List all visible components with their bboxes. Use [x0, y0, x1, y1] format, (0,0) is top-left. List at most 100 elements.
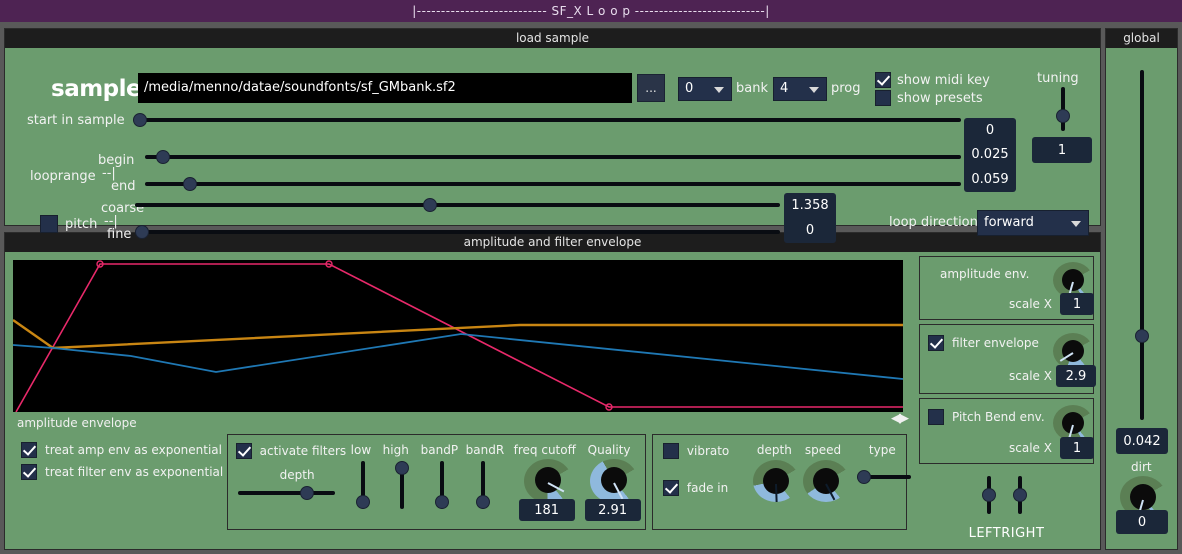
filter-envelope-checkbox[interactable]: [928, 335, 944, 351]
prog-dropdown[interactable]: 4: [773, 77, 827, 101]
show-midi-key-label: show midi key: [897, 72, 990, 88]
amplitude-env-knob-cap: [1062, 269, 1084, 291]
pan-right-thumb[interactable]: [1013, 488, 1027, 502]
loop-direction-dropdown[interactable]: forward: [977, 210, 1089, 236]
fade-in-row[interactable]: fade in: [662, 480, 728, 496]
loop-end-track: [145, 182, 961, 186]
show-midi-key-row[interactable]: show midi key: [875, 72, 990, 88]
pitch-fine-slider[interactable]: [135, 224, 780, 240]
treat-amp-exp-checkbox[interactable]: [21, 442, 37, 458]
loop-end-thumb[interactable]: [183, 177, 197, 191]
loop-begin-slider[interactable]: [145, 149, 961, 165]
high-thumb[interactable]: [394, 461, 409, 475]
filter-env-group: filter envelope scale X 2.9: [919, 324, 1096, 394]
bandr-thumb[interactable]: [475, 495, 490, 509]
global-volume-thumb[interactable]: [1135, 329, 1149, 343]
low-thumb[interactable]: [355, 495, 370, 509]
vibrato-label: vibrato: [686, 444, 730, 458]
envelope-left-column: amplitude envelope ◀▶ treat amp env as e…: [5, 252, 915, 549]
vibrato-depth-knob[interactable]: [752, 460, 799, 503]
pan-right-slider[interactable]: [1012, 476, 1028, 514]
loop-end-value[interactable]: 0.059: [971, 172, 1008, 187]
envelope-graph-wrap: amplitude envelope ◀▶: [5, 252, 915, 430]
dirt-value[interactable]: 0: [1116, 510, 1168, 534]
global-panel-title: global: [1106, 29, 1177, 48]
vibrato-type-slider[interactable]: [856, 469, 911, 485]
freq-cutoff-knob[interactable]: [523, 459, 572, 503]
global-volume-slider[interactable]: [1134, 70, 1150, 420]
tuning-slider[interactable]: [1055, 87, 1071, 131]
activate-filters-checkbox[interactable]: [235, 443, 252, 459]
vibrato-checkbox[interactable]: [662, 443, 679, 459]
low-slider[interactable]: [355, 461, 371, 509]
quality-value[interactable]: 2.91: [584, 499, 641, 521]
sample-path-input[interactable]: /media/menno/datae/soundfonts/sf_GMbank.…: [138, 73, 632, 103]
filter-depth-thumb[interactable]: [299, 486, 314, 500]
show-presets-row[interactable]: show presets: [875, 90, 983, 106]
start-in-sample-thumb[interactable]: [133, 113, 147, 127]
bank-dropdown[interactable]: 0: [678, 77, 732, 101]
treat-amp-exp-row[interactable]: treat amp env as exponential: [21, 442, 222, 458]
global-volume-value[interactable]: 0.042: [1116, 428, 1168, 454]
vibrato-speed-knob[interactable]: [802, 460, 849, 502]
filter-env-row[interactable]: filter envelope: [928, 335, 1039, 351]
pitch-coarse-value[interactable]: 1.358: [791, 198, 828, 213]
tuning-value[interactable]: 1: [1032, 137, 1092, 163]
pitch-bend-env-row[interactable]: Pitch Bend env.: [928, 409, 1045, 425]
bank-value: 0: [685, 81, 694, 96]
pitch-fine-track: [135, 230, 780, 234]
bandp-thumb[interactable]: [434, 495, 449, 509]
filter-env-scale-value[interactable]: 2.9: [1056, 365, 1096, 387]
vibrato-row[interactable]: vibrato: [662, 443, 730, 459]
loop-end-slider[interactable]: [145, 176, 961, 192]
treat-filter-exp-row[interactable]: treat filter env as exponential: [21, 464, 223, 480]
treat-amp-exp-label: treat amp env as exponential: [45, 443, 222, 457]
exponential-options: treat amp env as exponential treat filte…: [13, 434, 223, 530]
loop-begin-thumb[interactable]: [156, 150, 170, 164]
window-title: |--------------------------- SF_X L o o …: [412, 4, 770, 18]
fade-in-checkbox[interactable]: [662, 480, 679, 496]
show-midi-key-checkbox[interactable]: [875, 72, 891, 88]
pitch-fine-value[interactable]: 0: [806, 223, 814, 238]
loop-direction-label: loop direction: [889, 215, 978, 230]
pitch-bend-env-checkbox[interactable]: [928, 409, 944, 425]
filters-group: activate filters depth low high bandP ba…: [226, 434, 646, 530]
left-right-arrows-icon[interactable]: ◀▶: [891, 411, 909, 426]
activate-filters-row[interactable]: activate filters: [235, 443, 346, 459]
global-panel-body: 0.042 dirt 0: [1106, 48, 1177, 549]
show-presets-checkbox[interactable]: [875, 90, 891, 106]
filter-env-knob[interactable]: [1053, 333, 1093, 369]
filter-depth-track: [237, 491, 335, 495]
loop-begin-value[interactable]: 0.025: [971, 147, 1008, 162]
chevron-down-icon: [714, 87, 724, 93]
tuning-slider-thumb[interactable]: [1056, 109, 1070, 123]
begin-label: begin: [98, 153, 135, 168]
amplitude-envelope-curve: [15, 263, 903, 412]
quality-knob[interactable]: [589, 459, 638, 503]
amplitude-env-scale-value[interactable]: 1: [1060, 293, 1094, 315]
treat-filter-exp-checkbox[interactable]: [21, 464, 37, 480]
pitch-fine-thumb[interactable]: [135, 225, 149, 239]
show-presets-label: show presets: [897, 90, 983, 106]
pan-left-slider[interactable]: [981, 476, 997, 514]
filter-depth-slider[interactable]: [237, 485, 335, 501]
pitch-checkbox[interactable]: [40, 215, 58, 233]
pitch-coarse-slider[interactable]: [135, 197, 780, 213]
envelope-graph[interactable]: [13, 260, 903, 412]
pitch-values-box: 1.358 0: [784, 193, 836, 243]
start-in-sample-value[interactable]: 0: [986, 123, 994, 138]
pitch-bend-env-scale-value[interactable]: 1: [1060, 437, 1094, 459]
pitch-coarse-thumb[interactable]: [423, 198, 437, 212]
freq-cutoff-value[interactable]: 181: [518, 499, 575, 521]
pan-left-thumb[interactable]: [982, 488, 996, 502]
pitch-bend-env-knob[interactable]: [1053, 405, 1093, 441]
treat-filter-exp-label: treat filter env as exponential: [45, 465, 224, 479]
start-in-sample-slider[interactable]: [133, 112, 961, 128]
bandr-slider[interactable]: [475, 461, 491, 509]
bandp-slider[interactable]: [434, 461, 450, 509]
high-slider[interactable]: [394, 461, 410, 509]
vibrato-type-thumb[interactable]: [856, 470, 871, 484]
browse-button[interactable]: ...: [637, 74, 665, 102]
bottom-controls-row: treat amp env as exponential treat filte…: [5, 430, 915, 536]
pitch-bend-env-knob-cap: [1062, 412, 1084, 434]
